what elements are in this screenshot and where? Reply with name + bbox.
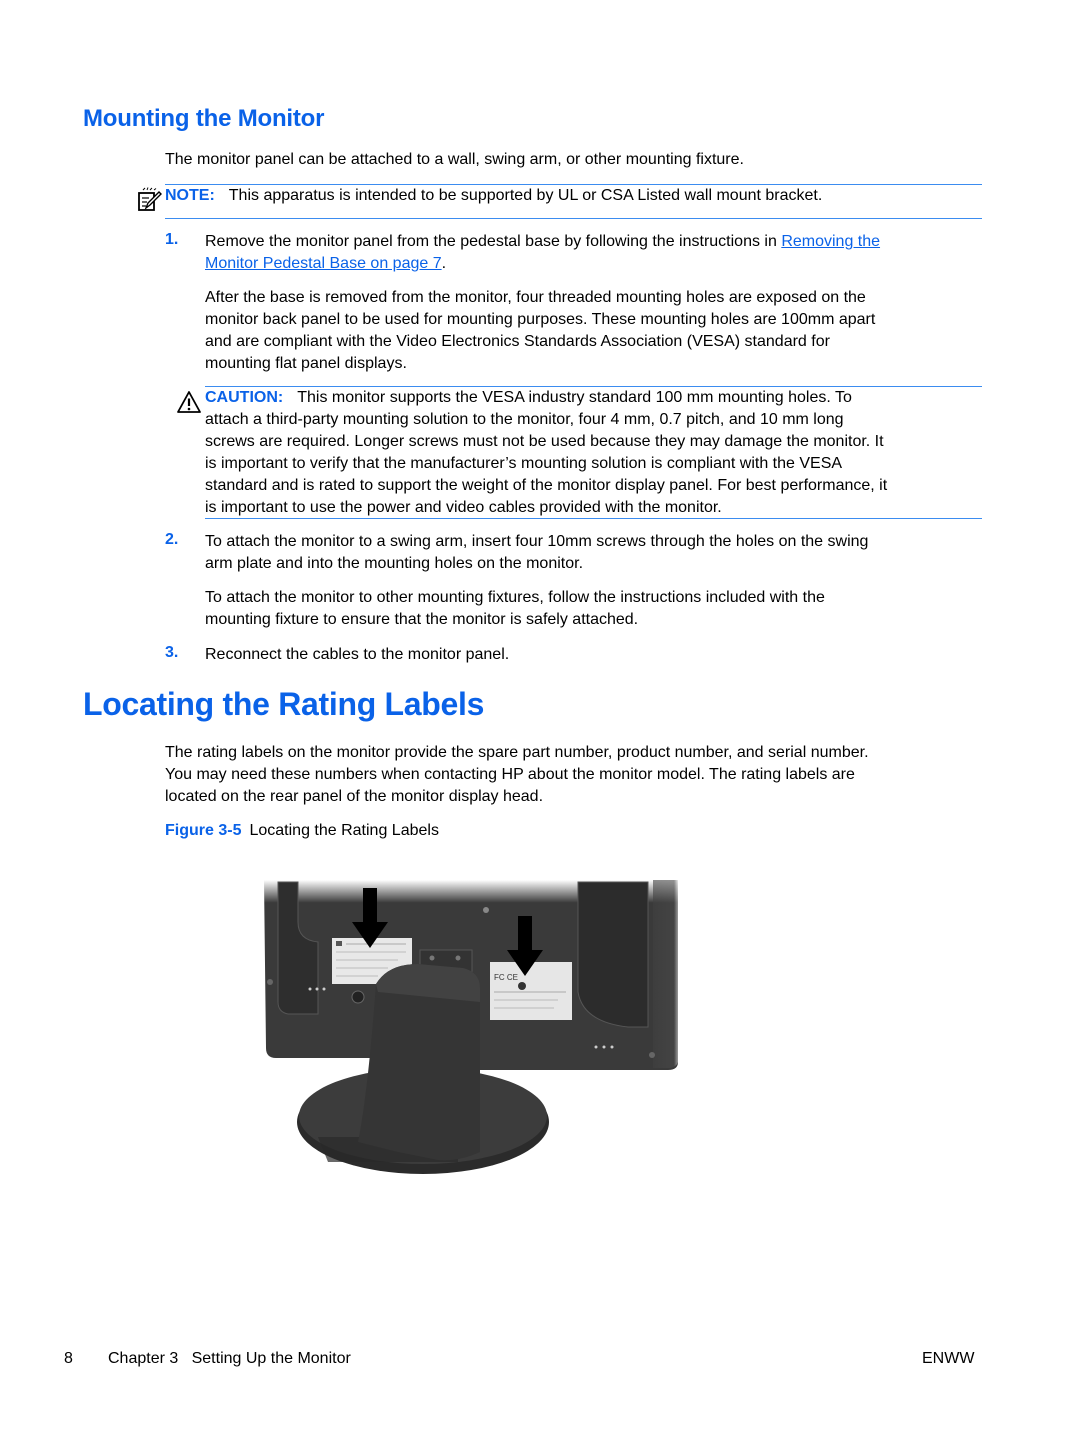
- note-bottom-rule: [165, 218, 982, 219]
- caution-text: This monitor supports the VESA industry …: [297, 389, 852, 406]
- rating-line: You may need these numbers when contacti…: [165, 766, 855, 783]
- step-2-paragraph: To attach the monitor to other mounting …: [205, 587, 995, 631]
- step-1-text-before: Remove the monitor panel from the pedest…: [205, 233, 782, 250]
- step-1-paragraph-line: mounting flat panel displays.: [205, 355, 407, 372]
- step-1-text-after: .: [441, 255, 447, 272]
- note-pencil-icon: [137, 187, 163, 213]
- svg-text:FC CE: FC CE: [494, 973, 518, 982]
- link-line-1[interactable]: Removing the: [781, 233, 880, 250]
- step-3-text: Reconnect the cables to the monitor pane…: [205, 646, 510, 663]
- step-1-paragraph: After the base is removed from the monit…: [205, 287, 995, 375]
- caution-block: CAUTION: This monitor supports the VESA i…: [205, 387, 995, 519]
- step-2-paragraph-line: mounting fixture to ensure that the moni…: [205, 611, 639, 628]
- step-2-text: To attach the monitor to a swing arm, in…: [205, 531, 995, 575]
- figure-caption: Figure 3-5 Locating the Rating Labels: [165, 820, 439, 842]
- step-2-line: To attach the monitor to a swing arm, in…: [205, 533, 869, 550]
- step-number-1: 1.: [165, 231, 179, 248]
- caution-line: attach a third-party mounting solution t…: [205, 411, 844, 428]
- figure-monitor-rear-image: FC CE: [258, 872, 688, 1182]
- rating-paragraph: The rating labels on the monitor provide…: [165, 742, 995, 808]
- warning-triangle-icon: [176, 390, 202, 414]
- rating-line: The rating labels on the monitor provide…: [165, 744, 869, 761]
- step-2-line: arm plate and into the mounting holes on…: [205, 555, 584, 572]
- intro-paragraph: The monitor panel can be attached to a w…: [165, 151, 744, 168]
- section-heading-mounting: Mounting the Monitor: [83, 105, 325, 132]
- step-1-paragraph-line: monitor back panel to be used for mounti…: [205, 311, 876, 328]
- caution-line: screws are required. Longer screws must …: [205, 433, 884, 450]
- note-text: This apparatus is intended to be support…: [228, 187, 823, 204]
- caution-label: CAUTION:: [205, 389, 284, 406]
- link-removing-pedestal-base-cont[interactable]: Monitor Pedestal Base on page 7: [205, 255, 442, 272]
- pedestal-neck: [358, 964, 480, 1161]
- footer-chapter: Chapter 3 Setting Up the Monitor: [108, 1350, 351, 1367]
- note-block: NOTE: This apparatus is intended to be su…: [165, 185, 822, 207]
- rating-line: located on the rear panel of the monitor…: [165, 788, 544, 805]
- step-1-text: Remove the monitor panel from the pedest…: [205, 231, 985, 275]
- section-heading-rating-labels: Locating the Rating Labels: [83, 686, 485, 722]
- note-label: NOTE:: [165, 187, 215, 204]
- caution-line: is important to use the power and video …: [205, 499, 722, 516]
- link-removing-pedestal-base[interactable]: Removing the: [781, 233, 880, 250]
- caution-bottom-rule: [205, 518, 982, 519]
- link-line-2[interactable]: Monitor Pedestal Base on page 7: [205, 255, 442, 272]
- step-1-paragraph-line: and are compliant with the Video Electro…: [205, 333, 830, 350]
- footer-code: ENWW: [922, 1350, 975, 1367]
- caution-line: CAUTION: This monitor supports the VESA i…: [205, 387, 995, 409]
- footer-page-number: 8: [64, 1350, 73, 1367]
- step-2-paragraph-line: To attach the monitor to other mounting …: [205, 589, 825, 606]
- caution-line: standard and is rated to support the wei…: [205, 477, 888, 494]
- figure-label: Figure 3-5: [165, 822, 242, 839]
- figure-caption-text: Locating the Rating Labels: [249, 822, 439, 839]
- step-1-paragraph-line: After the base is removed from the monit…: [205, 289, 866, 306]
- step-number-2: 2.: [165, 531, 179, 548]
- step-number-3: 3.: [165, 644, 179, 661]
- caution-line: is important to verify that the manufact…: [205, 455, 843, 472]
